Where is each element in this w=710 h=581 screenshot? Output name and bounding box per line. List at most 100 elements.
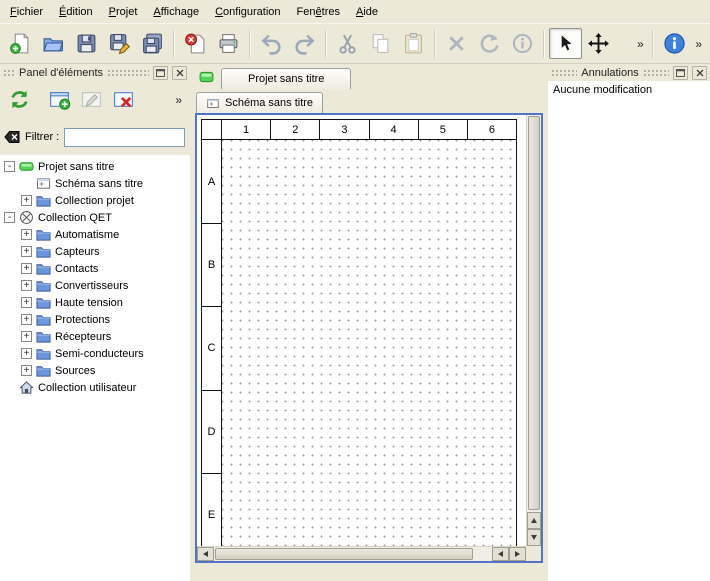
elements-panel-titlebar[interactable]: Panel d'éléments xyxy=(0,64,190,81)
delete-element-button[interactable] xyxy=(108,85,138,115)
tree-item-contacts[interactable]: + Contacts xyxy=(0,260,190,277)
tree-expander[interactable]: + xyxy=(21,365,32,376)
dock-grip xyxy=(3,69,15,77)
scroll-right-button[interactable] xyxy=(509,547,526,561)
folder-icon xyxy=(36,244,51,259)
menu-affichage[interactable]: Affichage xyxy=(145,0,207,23)
scroll-down-button[interactable] xyxy=(527,529,541,546)
elements-panel-title: Panel d'éléments xyxy=(19,67,103,79)
info-button[interactable] xyxy=(506,28,539,59)
row-header: E xyxy=(202,473,222,546)
save-button[interactable] xyxy=(70,28,103,59)
tree-item-sources[interactable]: + Sources xyxy=(0,362,190,379)
tree-expander[interactable]: - xyxy=(4,161,15,172)
tree-item-semi-conducteurs[interactable]: + Semi-conducteurs xyxy=(0,345,190,362)
tree-item-label: Collection utilisateur xyxy=(38,382,136,394)
mdi-area: Projet sans titre Schéma sans titre 1 2 … xyxy=(190,64,548,581)
menu-configuration[interactable]: Configuration xyxy=(207,0,288,23)
print-button[interactable] xyxy=(212,28,245,59)
tree-expander[interactable]: + xyxy=(21,348,32,359)
tree-item-collection-projet[interactable]: + Collection projet xyxy=(0,192,190,209)
elements-panel-close-button[interactable] xyxy=(172,66,187,80)
column-header: 5 xyxy=(418,120,467,140)
folder-icon xyxy=(36,363,51,378)
tree-item-protections[interactable]: + Protections xyxy=(0,311,190,328)
tab-projet-sans-titre[interactable]: Projet sans titre xyxy=(221,68,351,89)
tree-item-convertisseurs[interactable]: + Convertisseurs xyxy=(0,277,190,294)
tree-expander[interactable]: + xyxy=(21,314,32,325)
elements-panel-overflow-chevron[interactable]: » xyxy=(171,84,186,115)
tree-item-capteurs[interactable]: + Capteurs xyxy=(0,243,190,260)
new-element-button[interactable] xyxy=(44,85,74,115)
tree-expander[interactable]: + xyxy=(21,297,32,308)
tree-item-collection-qet[interactable]: - Collection QET xyxy=(0,209,190,226)
scroll-up-button[interactable] xyxy=(527,512,541,529)
reload-collections-button[interactable] xyxy=(4,85,34,115)
tree-item-haute-tension[interactable]: + Haute tension xyxy=(0,294,190,311)
select-mode-button[interactable] xyxy=(549,28,582,59)
redo-button[interactable] xyxy=(288,28,321,59)
undo-panel-titlebar[interactable]: Annulations xyxy=(548,64,710,81)
tree-expander[interactable]: + xyxy=(21,331,32,342)
row-header: A xyxy=(202,140,222,223)
new-file-button[interactable] xyxy=(4,28,37,59)
tree-expander[interactable]: + xyxy=(21,280,32,291)
undo-button[interactable] xyxy=(255,28,288,59)
filter-input[interactable] xyxy=(64,128,185,147)
save-all-button[interactable] xyxy=(136,28,169,59)
menu-label: ide xyxy=(363,6,378,18)
qet-collection-icon xyxy=(19,210,34,225)
dot-grid[interactable] xyxy=(222,140,516,546)
folder-icon xyxy=(36,312,51,327)
copy-button[interactable] xyxy=(364,28,397,59)
open-file-button[interactable] xyxy=(37,28,70,59)
row-header: D xyxy=(202,390,222,473)
folder-icon xyxy=(36,261,51,276)
delete-button[interactable] xyxy=(440,28,473,59)
scroll-left-button-2[interactable] xyxy=(492,547,509,561)
tree-item-label: Récepteurs xyxy=(55,331,111,343)
tree-item-label: Haute tension xyxy=(55,297,123,309)
move-arrows-icon xyxy=(587,32,610,55)
tree-item-automatisme[interactable]: + Automatisme xyxy=(0,226,190,243)
tree-expander[interactable]: - xyxy=(4,212,15,223)
tree-item-recepteurs[interactable]: + Récepteurs xyxy=(0,328,190,345)
tree-item-collection-utilisateur[interactable]: Collection utilisateur xyxy=(0,379,190,396)
info-icon xyxy=(511,32,534,55)
cursor-arrow-icon xyxy=(554,32,577,55)
cut-icon xyxy=(336,32,359,55)
tree-item-projet-sans-titre[interactable]: - Projet sans titre xyxy=(0,158,190,175)
menu-fenetres[interactable]: Fenêtres xyxy=(289,0,348,23)
edit-element-button[interactable] xyxy=(76,85,106,115)
horizontal-scrollbar-thumb[interactable] xyxy=(215,548,473,560)
tab-schema-sans-titre[interactable]: Schéma sans titre xyxy=(196,92,323,113)
vertical-scrollbar-thumb[interactable] xyxy=(528,116,540,510)
toolbar-separator xyxy=(173,30,175,58)
elements-panel-float-button[interactable] xyxy=(153,66,168,80)
undo-panel-float-button[interactable] xyxy=(673,66,688,80)
paste-button[interactable] xyxy=(397,28,430,59)
about-toolbar-chevron[interactable]: » xyxy=(691,28,706,59)
diagram-canvas[interactable]: 1 2 3 4 5 6 A B C D E xyxy=(197,115,526,546)
close-file-button[interactable] xyxy=(179,28,212,59)
save-as-button[interactable] xyxy=(103,28,136,59)
rotate-button[interactable] xyxy=(473,28,506,59)
undo-panel-close-button[interactable] xyxy=(692,66,707,80)
toolbar-overflow-chevron[interactable]: » xyxy=(633,28,648,59)
move-mode-button[interactable] xyxy=(582,28,615,59)
scroll-left-button[interactable] xyxy=(197,547,214,561)
menu-fichier[interactable]: Fichier xyxy=(2,0,51,23)
tree-expander[interactable]: + xyxy=(21,195,32,206)
menu-label: rojet xyxy=(116,6,137,18)
tree-expander[interactable]: + xyxy=(21,246,32,257)
about-button[interactable] xyxy=(658,28,691,59)
tree-item-schema-sans-titre[interactable]: Schéma sans titre xyxy=(0,175,190,192)
menu-edition[interactable]: Édition xyxy=(51,0,101,23)
tree-expander[interactable]: + xyxy=(21,263,32,274)
cut-button[interactable] xyxy=(331,28,364,59)
tree-expander[interactable]: + xyxy=(21,229,32,240)
menu-label: tres xyxy=(322,6,340,18)
undo-list-item[interactable]: Aucune modification xyxy=(548,81,710,99)
menu-aide[interactable]: Aide xyxy=(348,0,386,23)
menu-projet[interactable]: Projet xyxy=(101,0,146,23)
